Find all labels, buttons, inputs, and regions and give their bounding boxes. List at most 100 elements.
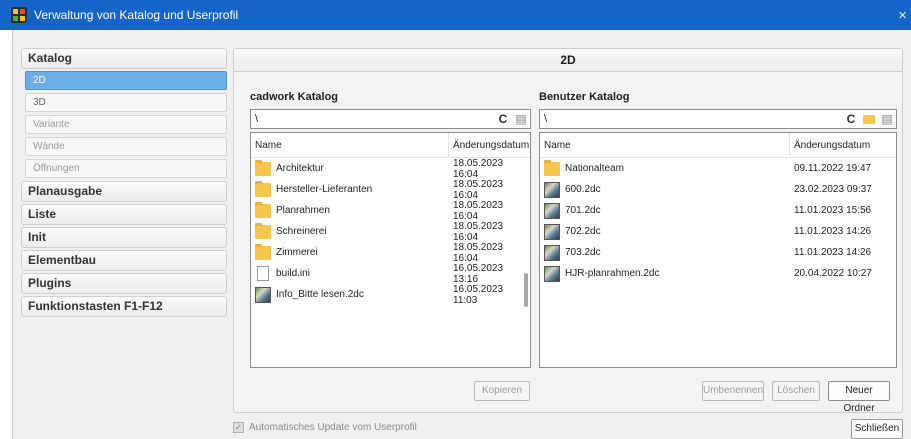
close-icon[interactable]: ×	[898, 7, 907, 24]
item-name: 702.2dc	[565, 226, 601, 237]
browse-icon: ▤	[881, 112, 893, 126]
item-name: 703.2dc	[565, 247, 601, 258]
item-name: Zimmerei	[276, 247, 318, 258]
nav-sub-variante[interactable]: Variante	[25, 115, 227, 134]
item-name: Architektur	[276, 163, 324, 174]
nav-sub-2d[interactable]: 2D	[25, 71, 227, 90]
new-folder-icon[interactable]	[860, 111, 878, 127]
nav-category-init[interactable]: Init	[21, 227, 227, 248]
item-date: 20.04.2022 10:27	[794, 268, 872, 279]
item-name: Hersteller-Lieferanten	[276, 184, 373, 195]
folder-icon	[255, 180, 271, 197]
title-bar: Verwaltung von Katalog und Userprofil ×	[0, 0, 911, 30]
user-list-item[interactable]: 701.2dc 11.01.2023 15:56	[540, 200, 896, 221]
item-date: 18.05.2023 16:04	[453, 157, 504, 180]
item-name: Info_Bitte lesen.2dc	[276, 289, 364, 300]
nav-category-plugins[interactable]: Plugins	[21, 273, 227, 294]
item-name: Planrahmen	[276, 205, 330, 216]
user-path-input[interactable]: \	[540, 113, 842, 125]
folder-icon	[544, 159, 560, 176]
2dc-file-icon	[544, 223, 560, 240]
user-list-item[interactable]: Nationalteam 09.11.2022 19:47	[540, 158, 896, 179]
user-list-item[interactable]: 600.2dc 23.02.2023 09:37	[540, 179, 896, 200]
item-date: 18.05.2023 16:04	[453, 220, 504, 243]
item-name: HJR-planrahmen.2dc	[565, 268, 660, 279]
scrollbar[interactable]	[523, 159, 529, 309]
panel-header: 2D	[234, 49, 902, 72]
cadwork-list-item[interactable]: Hersteller-Lieferanten 18.05.2023 16:04	[251, 178, 530, 201]
item-date: 18.05.2023 16:04	[453, 199, 504, 222]
nav-category-liste[interactable]: Liste	[21, 204, 227, 225]
copy-button[interactable]: Kopieren	[474, 381, 530, 401]
cadwork-path-bar: \ C ▤	[250, 109, 531, 129]
item-date: 16.05.2023 11:03	[453, 283, 504, 306]
browse-icon: ▤	[515, 112, 527, 126]
item-date: 11.01.2023 14:26	[794, 226, 872, 237]
nav-sub-waende[interactable]: Wände	[25, 137, 227, 156]
folder-icon	[255, 222, 271, 239]
user-catalog-pane: Benutzer Katalog \ C ▤ Name Änderungsdat…	[539, 91, 897, 368]
window-title: Verwaltung von Katalog und Userprofil	[34, 8, 239, 22]
nav-category-planausgabe[interactable]: Planausgabe	[21, 181, 227, 202]
cadwork-list-item[interactable]: Info_Bitte lesen.2dc 16.05.2023 11:03	[251, 283, 530, 306]
user-catalog-title: Benutzer Katalog	[539, 91, 630, 103]
nav-category-katalog[interactable]: Katalog	[21, 48, 227, 69]
cadwork-list-item[interactable]: Schreinerei 18.05.2023 16:04	[251, 220, 530, 243]
2dc-file-icon	[544, 202, 560, 219]
folder-icon	[255, 159, 271, 176]
refresh-icon[interactable]: C	[842, 111, 860, 127]
item-name: build.ini	[276, 268, 310, 279]
rename-button[interactable]: Umbenennen	[702, 381, 764, 401]
delete-button[interactable]: Löschen	[772, 381, 820, 401]
nav-sub-3d[interactable]: 3D	[25, 93, 227, 112]
nav-category-elementbau[interactable]: Elementbau	[21, 250, 227, 271]
cadwork-list-header: Name Änderungsdatum	[251, 133, 530, 158]
item-name: Nationalteam	[565, 163, 624, 174]
cadwork-file-list[interactable]: Name Änderungsdatum Architektur 18.05.202…	[250, 132, 531, 368]
2dc-file-icon	[255, 286, 271, 303]
cadwork-path-input[interactable]: \	[251, 113, 494, 125]
main-panel: 2D cadwork Katalog \ C ▤ Name Änderungsd…	[233, 48, 903, 414]
folder-icon	[255, 243, 271, 260]
new-folder-button[interactable]: Neuer Ordner	[828, 381, 890, 414]
close-button[interactable]: Schließen	[851, 419, 903, 439]
item-date: 18.05.2023 16:04	[453, 241, 504, 264]
cadwork-list-item[interactable]: Planrahmen 18.05.2023 16:04	[251, 199, 530, 222]
cadwork-catalog-title: cadwork Katalog	[250, 91, 339, 103]
item-date: 16.05.2023 13:16	[453, 262, 504, 285]
item-name: 701.2dc	[565, 205, 601, 216]
category-nav: Katalog 2D 3D Variante Wände Öffnungen P…	[21, 48, 227, 319]
nav-category-funktionstasten[interactable]: Funktionstasten F1-F12	[21, 296, 227, 317]
cadwork-list-item[interactable]: build.ini 16.05.2023 13:16	[251, 262, 530, 285]
item-date: 11.01.2023 14:26	[794, 247, 872, 258]
user-list-item[interactable]: 703.2dc 11.01.2023 14:26	[540, 242, 896, 263]
user-list-item[interactable]: HJR-planrahmen.2dc 20.04.2022 10:27	[540, 263, 896, 284]
cadwork-catalog-pane: cadwork Katalog \ C ▤ Name Änderungsdatu…	[250, 91, 531, 368]
scrollbar-thumb[interactable]	[524, 273, 528, 307]
cadwork-list-item[interactable]: Zimmerei 18.05.2023 16:04	[251, 241, 530, 264]
nav-sub-oeffnungen[interactable]: Öffnungen	[25, 159, 227, 178]
column-name[interactable]: Name	[540, 133, 790, 157]
2dc-file-icon	[544, 244, 560, 261]
column-name[interactable]: Name	[251, 133, 449, 157]
item-name: 600.2dc	[565, 184, 601, 195]
item-date: 11.01.2023 15:56	[794, 205, 872, 216]
cadwork-list-item[interactable]: Architektur 18.05.2023 16:04	[251, 157, 530, 180]
app-icon	[11, 7, 27, 23]
2dc-file-icon	[544, 265, 560, 282]
refresh-icon[interactable]: C	[494, 111, 512, 127]
user-file-list[interactable]: Name Änderungsdatum Nationalteam 09.11.20…	[539, 132, 897, 368]
column-date[interactable]: Änderungsdatum	[790, 133, 896, 157]
item-name: Schreinerei	[276, 226, 327, 237]
auto-update-checkbox[interactable]: ✓ Automatisches Update vom Userprofil	[233, 422, 417, 433]
auto-update-label: Automatisches Update vom Userprofil	[249, 422, 417, 433]
column-date[interactable]: Änderungsdatum	[449, 133, 530, 157]
user-list-item[interactable]: 702.2dc 11.01.2023 14:26	[540, 221, 896, 242]
item-date: 18.05.2023 16:04	[453, 178, 504, 201]
user-path-bar: \ C ▤	[539, 109, 897, 129]
2dc-file-icon	[544, 181, 560, 198]
checkbox-box[interactable]: ✓	[233, 422, 244, 433]
item-date: 23.02.2023 09:37	[794, 184, 872, 195]
file-icon	[257, 266, 269, 281]
user-list-header: Name Änderungsdatum	[540, 133, 896, 158]
